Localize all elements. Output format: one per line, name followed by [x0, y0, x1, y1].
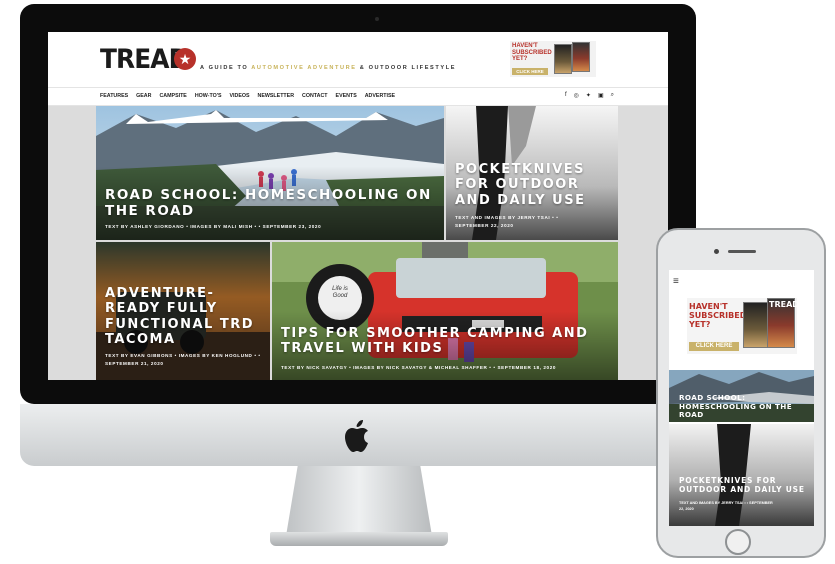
- desktop-screen: TREAD ★ A GUIDE TO AUTOMOTIVE ADVENTURE …: [48, 32, 668, 380]
- mobile-article-road-school[interactable]: ROAD SCHOOL: HOMESCHOOLING ON THE ROAD: [669, 370, 814, 422]
- star-icon: ★: [174, 48, 196, 70]
- mobile-promo-text: HAVEN'T SUBSCRIBED YET?: [689, 302, 747, 329]
- front-camera-icon: [714, 249, 719, 254]
- nav-item-campsite[interactable]: CAMPSITE: [159, 93, 186, 99]
- article-card-tacoma[interactable]: ADVENTURE-READY FULLY FUNCTIONAL TRD TAC…: [96, 242, 270, 380]
- nav-items: FEATURES GEAR CAMPSITE HOW-TO'S VIDEOS N…: [100, 93, 395, 99]
- nav-item-gear[interactable]: GEAR: [136, 93, 151, 99]
- mobile-click-here-button[interactable]: CLICK HERE: [689, 342, 739, 351]
- camping-truck-photo: [272, 242, 618, 380]
- imac-stand: [286, 466, 432, 536]
- mobile-article-pocketknives[interactable]: POCKETKNIVES FOR OUTDOOR AND DAILY USE T…: [669, 424, 814, 526]
- instagram-icon[interactable]: ◎: [574, 92, 579, 99]
- mobile-subscribe-promo[interactable]: HAVEN'T SUBSCRIBED YET? CLICK HERE TREAD: [687, 298, 799, 354]
- device-mockup: TREAD ★ A GUIDE TO AUTOMOTIVE ADVENTURE …: [0, 0, 835, 564]
- mobile-screen: ≡ HAVEN'T SUBSCRIBED YET? CLICK HERE TRE…: [669, 270, 814, 526]
- twitter-icon[interactable]: ✦: [586, 92, 591, 99]
- spare-tire-text: Life is Good: [332, 286, 348, 300]
- search-icon[interactable]: ⌕: [611, 92, 614, 99]
- magazine-cover: [572, 42, 590, 72]
- apple-logo-icon: [345, 420, 368, 452]
- nav-item-advertise[interactable]: ADVERTISE: [365, 93, 395, 99]
- article-card-camping-kids[interactable]: Life is Good TIPS FOR SMOOTHER CAMPING A…: [272, 242, 618, 380]
- phone-frame: ≡ HAVEN'T SUBSCRIBED YET? CLICK HERE TRE…: [656, 228, 826, 558]
- speaker-grille: [728, 250, 756, 253]
- article-title[interactable]: ROAD SCHOOL: HOMESCHOOLING ON THE ROAD: [105, 187, 435, 220]
- mobile-article-title[interactable]: ROAD SCHOOL: HOMESCHOOLING ON THE ROAD: [679, 393, 813, 420]
- nav-item-how-tos[interactable]: HOW-TO'S: [195, 93, 222, 99]
- nav-item-newsletter[interactable]: NEWSLETTER: [258, 93, 295, 99]
- main-nav: FEATURES GEAR CAMPSITE HOW-TO'S VIDEOS N…: [48, 87, 668, 106]
- magazine-cover: [743, 302, 769, 348]
- promo-text: HAVEN'T SUBSCRIBED YET?: [512, 43, 552, 62]
- article-meta: TEXT BY NICK SAVATGY • IMAGES BY NICK SA…: [281, 365, 557, 370]
- hamburger-menu-icon[interactable]: ≡: [673, 276, 679, 287]
- nav-item-contact[interactable]: CONTACT: [302, 93, 328, 99]
- article-card-pocketknives[interactable]: POCKETKNIVES FOR OUTDOOR AND DAILY USE T…: [446, 106, 618, 240]
- mobile-article-title[interactable]: POCKETKNIVES FOR OUTDOOR AND DAILY USE: [679, 476, 813, 495]
- article-meta: TEXT BY ASHLEY GIORDANO • IMAGES BY MALI…: [105, 224, 322, 229]
- phone-top: [658, 230, 824, 270]
- article-title[interactable]: TIPS FOR SMOOTHER CAMPING AND TRAVEL WIT…: [281, 326, 611, 357]
- nav-item-videos[interactable]: VIDEOS: [230, 93, 250, 99]
- camera-icon: [375, 17, 379, 21]
- site-header: TREAD ★ A GUIDE TO AUTOMOTIVE ADVENTURE …: [48, 32, 668, 87]
- article-title[interactable]: ADVENTURE-READY FULLY FUNCTIONAL TRD TAC…: [105, 286, 265, 347]
- tagline-post: & OUTDOOR LIFESTYLE: [356, 65, 457, 71]
- youtube-icon[interactable]: ▣: [598, 92, 604, 99]
- mobile-mag-logo: TREAD: [769, 300, 799, 309]
- nav-item-features[interactable]: FEATURES: [100, 93, 128, 99]
- home-button[interactable]: [725, 529, 751, 555]
- article-meta: TEXT AND IMAGES BY JERRY TSAI • • SEPTEM…: [455, 215, 559, 229]
- mobile-article-meta: TEXT AND IMAGES BY JERRY TSAI • • SEPTEM…: [679, 501, 773, 512]
- tagline-pre: A GUIDE TO: [200, 65, 252, 71]
- facebook-icon[interactable]: f: [565, 92, 567, 99]
- glacier-photo: [96, 106, 444, 240]
- article-meta: TEXT BY EVAN GIBBONS • IMAGES BY KEN HOG…: [105, 353, 261, 367]
- subscribe-promo[interactable]: HAVEN'T SUBSCRIBED YET? CLICK HERE: [510, 41, 596, 77]
- imac-stand-base: [270, 532, 448, 546]
- click-here-button[interactable]: CLICK HERE: [512, 68, 548, 75]
- nav-item-events[interactable]: EVENTS: [336, 93, 357, 99]
- site-tagline: A GUIDE TO AUTOMOTIVE ADVENTURE & OUTDOO…: [200, 65, 456, 71]
- tagline-accent: AUTOMOTIVE ADVENTURE: [251, 65, 357, 71]
- magazine-cover: [554, 44, 572, 74]
- social-icons: f ◎ ✦ ▣ ⌕: [565, 92, 614, 99]
- article-title[interactable]: POCKETKNIVES FOR OUTDOOR AND DAILY USE: [455, 162, 615, 208]
- article-card-road-school[interactable]: ROAD SCHOOL: HOMESCHOOLING ON THE ROAD T…: [96, 106, 444, 240]
